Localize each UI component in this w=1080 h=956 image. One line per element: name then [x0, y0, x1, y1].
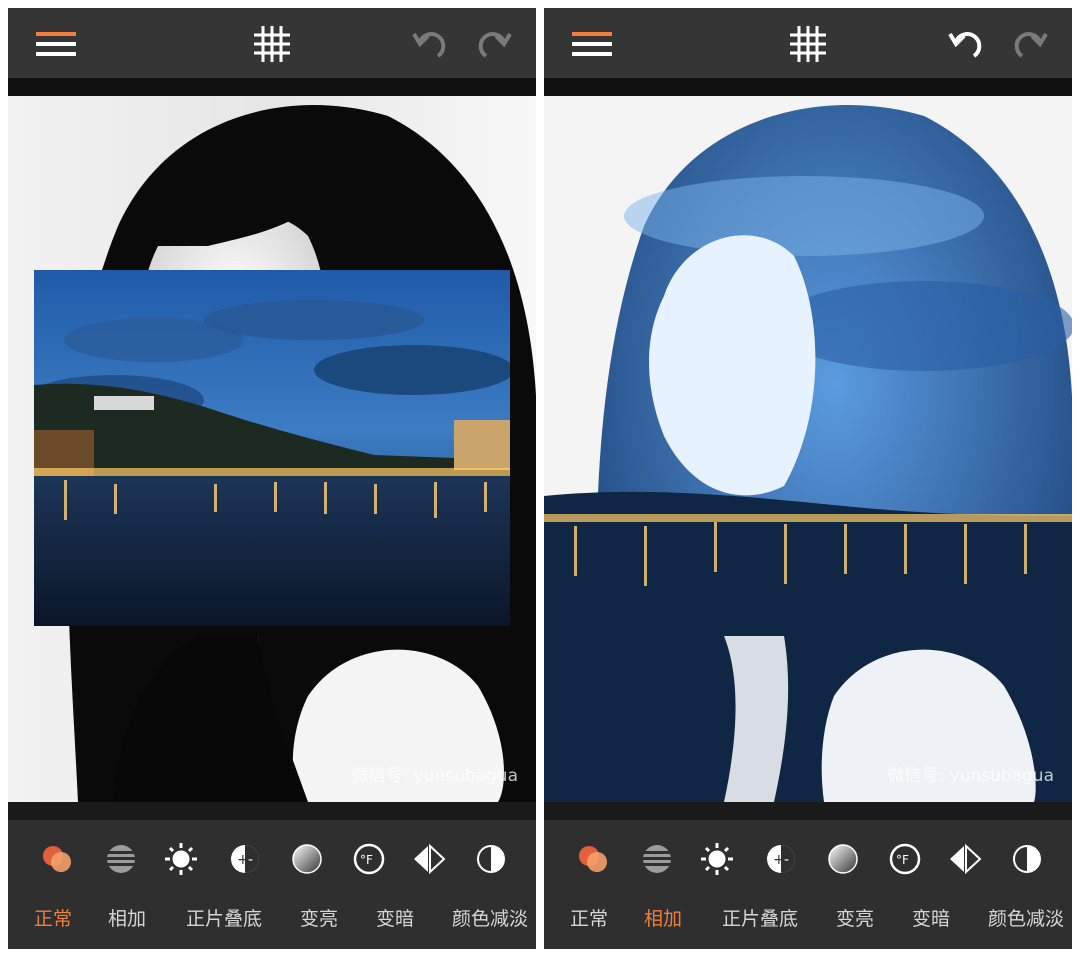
blend-mode-darken[interactable]: 变暗 — [376, 904, 414, 931]
sun-icon[interactable] — [700, 842, 734, 876]
redo-arrow-icon[interactable] — [1008, 22, 1052, 66]
photo-canvas[interactable]: 微信号: yunsubagua — [544, 96, 1072, 802]
stripes-sphere-icon[interactable] — [640, 842, 674, 876]
fahrenheit-circle-icon[interactable]: °F — [352, 842, 386, 876]
blend-mode-color-dodge[interactable]: 颜色减淡 — [452, 904, 528, 931]
gradient-sphere-icon[interactable] — [290, 842, 324, 876]
half-circle-icon[interactable] — [474, 842, 508, 876]
gradient-sphere-icon[interactable] — [826, 842, 860, 876]
editor-panel-right: 微信号: yunsubagua + - °F 正常 相加 正片叠底 变亮 变暗 … — [544, 8, 1072, 949]
svg-text:-: - — [784, 852, 789, 868]
svg-text:°F: °F — [896, 853, 909, 867]
svg-text:+: + — [773, 852, 785, 868]
blend-mode-lighten[interactable]: 变亮 — [836, 904, 874, 931]
svg-text:°F: °F — [360, 853, 373, 867]
editor-panel-left: 微信号: yunsubagua + - °F 正常 相加 正片叠底 变亮 变暗 … — [8, 8, 536, 949]
overlap-circles-icon[interactable] — [40, 842, 74, 876]
watermark: 微信号: yunsubagua — [351, 766, 518, 786]
separator-strip — [8, 78, 536, 96]
watermark: 微信号: yunsubagua — [887, 766, 1054, 786]
blend-mode-toolbar: + - °F 正常 相加 正片叠底 变亮 变暗 颜色减淡 — [544, 820, 1072, 949]
sun-icon[interactable] — [164, 842, 198, 876]
split-diamond-icon[interactable] — [948, 842, 982, 876]
stripes-sphere-icon[interactable] — [104, 842, 138, 876]
grid-icon[interactable] — [250, 22, 294, 66]
blend-mode-normal[interactable]: 正常 — [34, 904, 72, 931]
redo-arrow-icon[interactable] — [472, 22, 516, 66]
blend-mode-multiply[interactable]: 正片叠底 — [186, 904, 262, 931]
separator-strip-bottom — [8, 802, 536, 820]
undo-arrow-icon[interactable] — [408, 22, 452, 66]
half-circle-icon[interactable] — [1010, 842, 1044, 876]
blend-mode-multiply[interactable]: 正片叠底 — [722, 904, 798, 931]
blend-mode-add[interactable]: 相加 — [644, 904, 682, 931]
svg-text:-: - — [248, 852, 253, 868]
top-toolbar — [544, 8, 1072, 78]
overlap-circles-icon[interactable] — [576, 842, 610, 876]
overlay-city-photo[interactable] — [34, 270, 510, 626]
blend-mode-lighten[interactable]: 变亮 — [300, 904, 338, 931]
blend-mode-color-dodge[interactable]: 颜色减淡 — [988, 904, 1064, 931]
separator-strip — [544, 78, 1072, 96]
photo-canvas[interactable]: 微信号: yunsubagua — [8, 96, 536, 802]
blend-mode-add[interactable]: 相加 — [108, 904, 146, 931]
fahrenheit-circle-icon[interactable]: °F — [888, 842, 922, 876]
plus-minus-circle-icon[interactable]: + - — [764, 842, 798, 876]
hamburger-menu-icon[interactable] — [34, 22, 78, 66]
hamburger-menu-icon[interactable] — [570, 22, 614, 66]
separator-strip-bottom — [544, 802, 1072, 820]
grid-icon[interactable] — [786, 22, 830, 66]
svg-text:+: + — [237, 852, 249, 868]
blend-mode-toolbar: + - °F 正常 相加 正片叠底 变亮 变暗 颜色减淡 — [8, 820, 536, 949]
top-toolbar — [8, 8, 536, 78]
undo-arrow-icon[interactable] — [944, 22, 988, 66]
blended-photo — [544, 96, 1072, 802]
blend-mode-darken[interactable]: 变暗 — [912, 904, 950, 931]
blend-mode-normal[interactable]: 正常 — [570, 904, 608, 931]
plus-minus-circle-icon[interactable]: + - — [228, 842, 262, 876]
split-diamond-icon[interactable] — [412, 842, 446, 876]
